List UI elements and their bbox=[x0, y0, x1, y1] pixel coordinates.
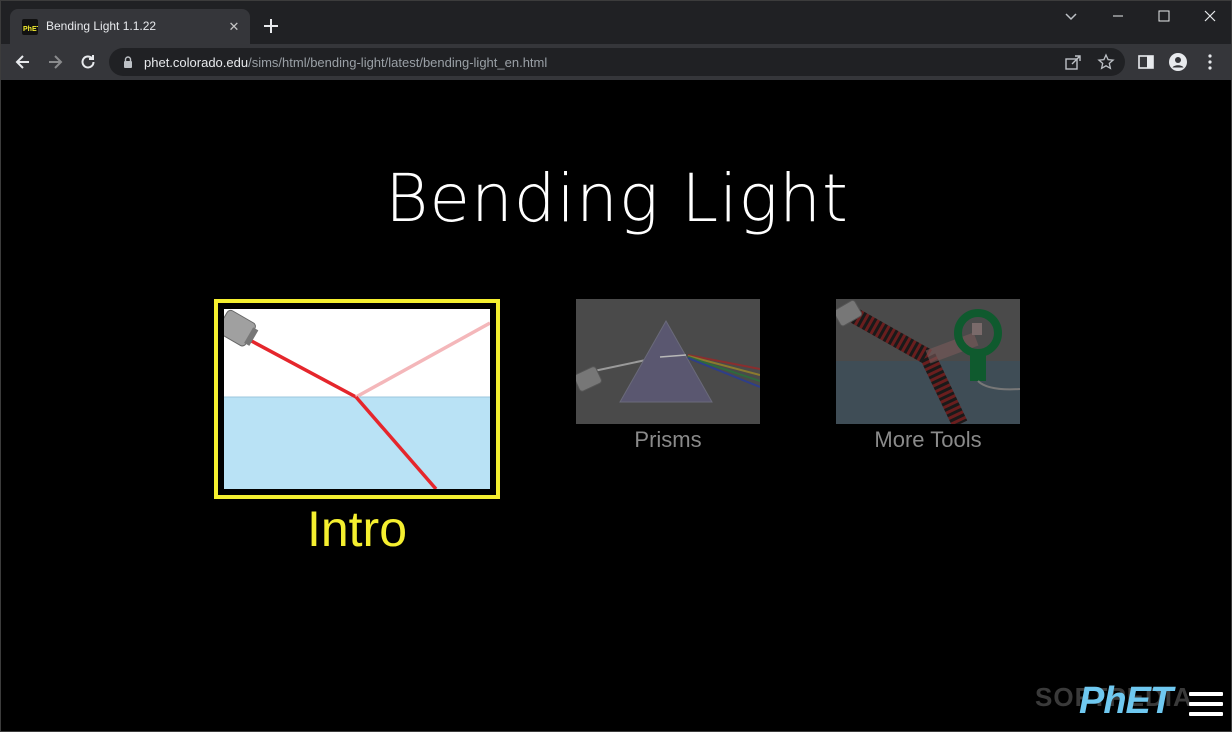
phet-favicon-icon: PhET bbox=[22, 19, 38, 35]
intro-screen-label[interactable]: Intro bbox=[214, 500, 500, 558]
chevron-down-icon[interactable] bbox=[1061, 7, 1081, 27]
close-tab-icon[interactable]: ✕ bbox=[226, 19, 242, 35]
browser-toolbar: phet.colorado.edu/sims/html/bending-ligh… bbox=[0, 44, 1232, 80]
intro-screen-button[interactable] bbox=[214, 299, 500, 499]
close-window-icon[interactable] bbox=[1187, 1, 1232, 31]
profile-avatar-icon[interactable] bbox=[1166, 50, 1190, 74]
back-arrow-icon[interactable] bbox=[11, 50, 35, 74]
lock-icon[interactable] bbox=[121, 55, 135, 69]
intro-thumbnail bbox=[217, 309, 491, 491]
side-panel-icon[interactable] bbox=[1134, 50, 1158, 74]
more-tools-screen-button[interactable] bbox=[833, 299, 1021, 428]
browser-tab[interactable]: PhET Bending Light 1.1.22 ✕ bbox=[10, 9, 250, 45]
minimize-icon[interactable] bbox=[1095, 1, 1141, 31]
prisms-screen-button[interactable] bbox=[573, 299, 761, 424]
svg-text:PhET: PhET bbox=[23, 26, 38, 33]
url-text: phet.colorado.edu/sims/html/bending-ligh… bbox=[144, 55, 547, 70]
address-bar[interactable]: phet.colorado.edu/sims/html/bending-ligh… bbox=[109, 48, 1125, 76]
simulation-area: Bending Light Intro Prisms More Tools SO… bbox=[0, 80, 1232, 732]
more-options-icon[interactable] bbox=[1198, 50, 1222, 74]
share-icon[interactable] bbox=[1061, 50, 1085, 74]
sim-title: Bending Light bbox=[385, 160, 849, 237]
tab-title: Bending Light 1.1.22 bbox=[46, 19, 157, 33]
maximize-icon[interactable] bbox=[1141, 1, 1187, 31]
prisms-screen-label[interactable]: Prisms bbox=[576, 427, 760, 453]
url-path: /sims/html/bending-light/latest/bending-… bbox=[248, 55, 548, 70]
url-host: phet.colorado.edu bbox=[144, 55, 249, 70]
new-tab-icon[interactable] bbox=[259, 14, 283, 38]
tab-bar: PhET Bending Light 1.1.22 ✕ bbox=[0, 0, 1232, 45]
phet-logo[interactable]: PhET bbox=[1079, 680, 1173, 723]
hamburger-menu-icon[interactable] bbox=[1189, 692, 1223, 720]
more-tools-screen-label[interactable]: More Tools bbox=[836, 427, 1020, 453]
reload-icon[interactable] bbox=[76, 50, 100, 74]
forward-arrow-icon[interactable] bbox=[43, 50, 67, 74]
star-icon[interactable] bbox=[1094, 50, 1118, 74]
